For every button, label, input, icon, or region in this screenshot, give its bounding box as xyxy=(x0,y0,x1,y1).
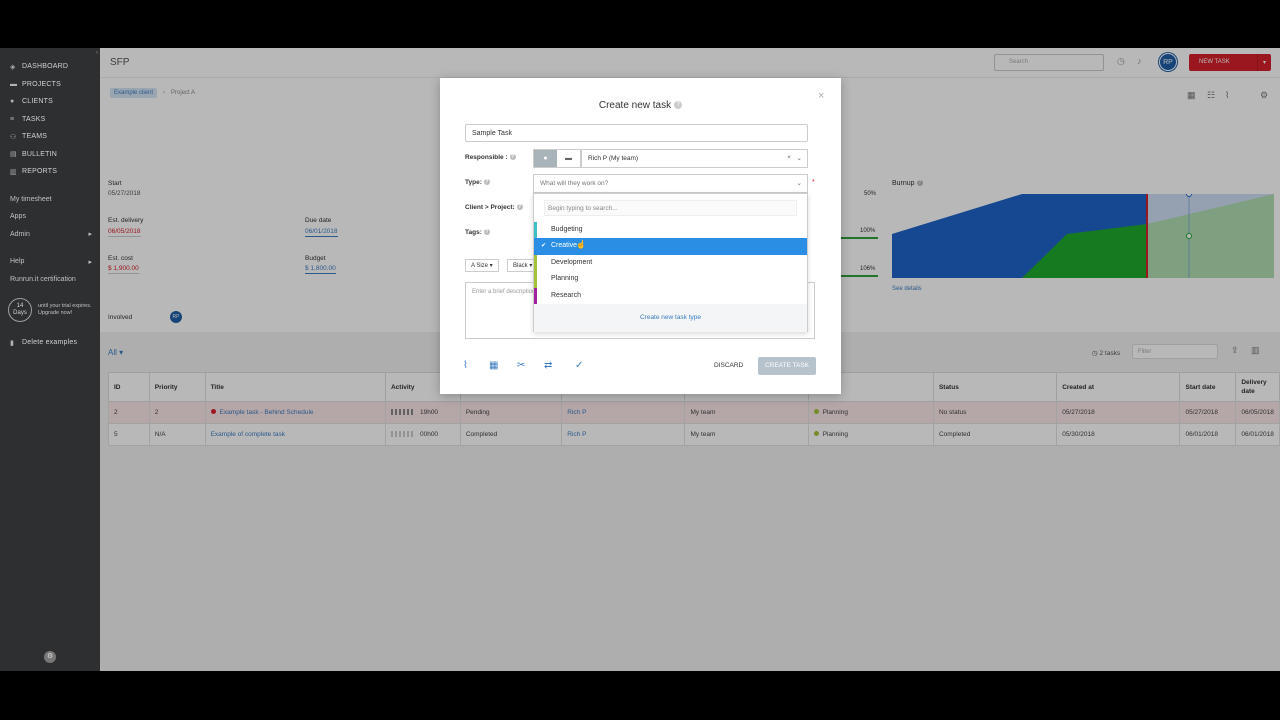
help-icon[interactable]: ? xyxy=(516,204,523,211)
sidebar: ‹ ◈ DASHBOARD ▬ PROJECTS ● CLIENTS ≡ TASKS ⚇… xyxy=(0,48,100,671)
check-icon: ✔ xyxy=(541,243,547,250)
font-size-button[interactable]: A Size ▾ xyxy=(465,259,499,272)
person-icon[interactable]: ● xyxy=(534,150,557,167)
type-label: Type:? xyxy=(465,179,490,186)
dashboard-icon: ◈ xyxy=(10,63,16,71)
collapse-sidebar-icon[interactable]: ‹ xyxy=(96,50,98,56)
chevron-down-icon[interactable]: ⌄ xyxy=(797,179,802,187)
person-icon: ● xyxy=(10,98,15,106)
type-option-creative[interactable]: ✔ Creative xyxy=(534,238,807,255)
sidebar-item-reports[interactable]: ▥ REPORTS xyxy=(0,163,100,181)
scissors-icon[interactable]: ✂ xyxy=(517,360,525,371)
chevron-right-icon: ▸ xyxy=(88,231,92,239)
sidebar-item-clients[interactable]: ● CLIENTS xyxy=(0,93,100,111)
discard-button[interactable]: DISCARD xyxy=(714,362,743,369)
task-name-input[interactable]: Sample Task xyxy=(465,124,808,142)
modal-title: Create new task? xyxy=(440,100,841,111)
team-icon[interactable]: ▬ xyxy=(557,150,580,167)
sidebar-link-certification[interactable]: Runrun.it certification xyxy=(0,271,100,289)
mouse-cursor-icon: ☝ xyxy=(576,240,586,249)
sidebar-link-help[interactable]: Help ▸ xyxy=(0,253,100,271)
tags-label: Tags:? xyxy=(465,229,490,236)
responsible-label: Responsible :? xyxy=(465,154,516,161)
type-option-research[interactable]: Research xyxy=(534,287,807,304)
trial-text: until your trial expires. Upgrade now! xyxy=(38,303,92,316)
help-icon[interactable]: ? xyxy=(674,101,683,110)
type-option-budgeting[interactable]: Budgeting xyxy=(534,222,807,239)
sidebar-item-tasks[interactable]: ≡ TASKS xyxy=(0,111,100,129)
sidebar-item-dashboard[interactable]: ◈ DASHBOARD xyxy=(0,58,100,76)
create-task-button[interactable]: CREATE TASK xyxy=(758,357,816,375)
sidebar-link-admin[interactable]: Admin ▸ xyxy=(0,226,100,244)
calendar-icon[interactable]: ▦ xyxy=(489,360,498,371)
sidebar-item-projects[interactable]: ▬ PROJECTS xyxy=(0,76,100,94)
client-project-label: Client > Project:? xyxy=(465,204,523,211)
help-icon[interactable]: ? xyxy=(483,179,490,186)
trial-days-badge: 14 Days xyxy=(8,298,32,322)
required-marker: * xyxy=(812,179,815,186)
type-search-input[interactable]: Begin typing to search... xyxy=(544,200,797,216)
settings-icon[interactable]: ⚙ xyxy=(44,651,56,663)
type-select[interactable]: What will they work on? ⌄ xyxy=(533,174,808,193)
trash-icon: ▮ xyxy=(10,339,15,347)
checkmark-icon[interactable]: ✓ xyxy=(575,360,583,371)
sidebar-item-bulletin[interactable]: ▤ BULLETIN xyxy=(0,146,100,164)
text-icon: A xyxy=(471,263,475,269)
type-option-planning[interactable]: Planning xyxy=(534,271,807,288)
type-dropdown: Begin typing to search... Budgeting ✔ Cre… xyxy=(533,193,808,332)
type-option-development[interactable]: Development xyxy=(534,254,807,272)
folder-icon: ▬ xyxy=(10,80,18,88)
bulletin-icon: ▤ xyxy=(10,151,17,159)
list-icon: ≡ xyxy=(10,115,15,123)
chevron-right-icon: ▸ xyxy=(88,258,92,266)
help-icon[interactable]: ? xyxy=(483,229,490,236)
chart-icon: ▥ xyxy=(10,168,17,176)
delete-examples-button[interactable]: ▮ Delete examples xyxy=(0,334,100,352)
responsible-select[interactable]: Rich P (My team) × ⌄ xyxy=(581,149,808,168)
people-icon: ⚇ xyxy=(10,133,17,141)
create-task-type-link[interactable]: Create new task type xyxy=(534,304,807,332)
trial-banner[interactable]: 14 Days until your trial expires. Upgrade … xyxy=(8,298,100,322)
clear-icon[interactable]: × xyxy=(787,154,791,161)
sidebar-link-timesheet[interactable]: My timesheet xyxy=(0,191,100,209)
responsible-mode-toggle[interactable]: ● ▬ xyxy=(533,149,581,168)
sidebar-nav: ◈ DASHBOARD ▬ PROJECTS ● CLIENTS ≡ TASKS ⚇ TE… xyxy=(0,48,100,181)
shuffle-icon[interactable]: ⇄ xyxy=(544,360,552,371)
sidebar-item-teams[interactable]: ⚇ TEAMS xyxy=(0,128,100,146)
help-icon[interactable]: ? xyxy=(509,154,516,161)
attachment-icon[interactable]: ⌇ xyxy=(463,360,468,371)
chevron-down-icon[interactable]: ⌄ xyxy=(797,154,802,162)
close-icon[interactable]: × xyxy=(818,90,824,102)
sidebar-link-apps[interactable]: Apps xyxy=(0,208,100,226)
